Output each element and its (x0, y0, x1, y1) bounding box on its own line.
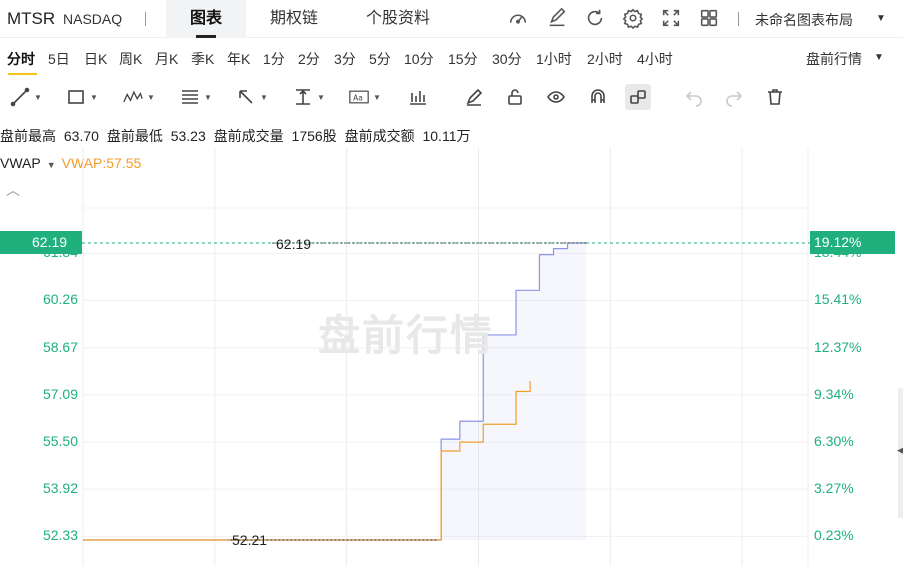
stat-volume-label: 盘前成交量 (213, 128, 284, 144)
y-tick-label-left: 60.26 (42, 291, 78, 308)
edit-icon[interactable] (546, 7, 570, 31)
measure-tool-icon[interactable]: ▼ (293, 84, 325, 110)
magnet-icon[interactable] (588, 84, 608, 110)
y-tick-label-left: 53.92 (42, 480, 78, 497)
redo-icon[interactable] (724, 84, 744, 110)
premarket-stats: 盘前最高 63.70 盘前最低 53.23 盘前成交量 1756股 盘前成交额 … (0, 126, 474, 146)
ticker-symbol: MTSR (7, 9, 56, 28)
chevron-down-icon[interactable]: ▼ (874, 52, 884, 63)
chart-series (82, 242, 810, 541)
period-15m[interactable]: 15分 (448, 49, 478, 69)
arrow-tool-icon[interactable]: ▼ (236, 84, 268, 110)
link-icon[interactable] (625, 84, 651, 110)
fib-tool-icon[interactable]: ▼ (180, 84, 212, 110)
y-tick-label-right: 12.37% (814, 338, 862, 355)
period-daily[interactable]: 日K (84, 49, 107, 69)
period-monthly[interactable]: 月K (155, 49, 178, 69)
period-yearly[interactable]: 年K (227, 49, 250, 69)
line-tool-icon[interactable]: ▼ (10, 84, 42, 110)
fullscreen-icon[interactable] (660, 7, 684, 31)
period-2h[interactable]: 2小时 (587, 49, 623, 69)
y-tick-label-right: 3.27% (814, 480, 854, 497)
y-tick-label-left: 58.67 (42, 338, 78, 355)
period-weekly[interactable]: 周K (119, 49, 142, 69)
y-tick-label-right: 6.30% (814, 433, 854, 450)
eye-icon[interactable] (546, 84, 566, 110)
period-5d[interactable]: 5日 (48, 49, 70, 69)
stat-volume-value: 1756股 (291, 128, 337, 144)
text-tool-icon[interactable]: Aa ▼ (349, 84, 381, 110)
current-change-badge: 19.12% (810, 231, 895, 254)
svg-text:Aa: Aa (353, 93, 363, 102)
grid-icon[interactable] (698, 7, 722, 31)
refresh-icon[interactable] (584, 7, 608, 31)
divider (738, 12, 739, 26)
divider (145, 12, 146, 26)
period-4h[interactable]: 4小时 (637, 49, 673, 69)
rectangle-tool-icon[interactable]: ▼ (66, 84, 98, 110)
settings-icon[interactable] (622, 7, 646, 31)
stat-amount-label: 盘前成交额 (344, 128, 415, 144)
undo-icon[interactable] (684, 84, 704, 110)
trash-icon[interactable] (765, 84, 785, 110)
low-marker-label: 52.21 (232, 532, 268, 548)
top-bar: MTSR NASDAQ 图表 期权链 个股资料 未命名图表布局 ▼ (0, 0, 903, 38)
period-1m[interactable]: 1分 (263, 49, 285, 69)
y-tick-label-left: 52.33 (42, 527, 78, 544)
session-select[interactable]: 盘前行情 (806, 49, 862, 69)
pattern-tool-icon[interactable]: ▼ (123, 84, 155, 110)
stat-low-label: 盘前最低 (106, 128, 163, 144)
price-area (83, 243, 587, 540)
watermark-text: 盘前行情 (318, 312, 495, 359)
stat-high-value: 63.70 (63, 128, 99, 144)
period-bar: 分时 5日 日K 周K 月K 季K 年K 1分 2分 3分 5分 10分 15分… (0, 38, 903, 78)
tab-chart[interactable]: 图表 (166, 0, 246, 38)
active-period-indicator (8, 73, 37, 75)
period-quarterly[interactable]: 季K (191, 49, 214, 69)
current-price-badge: 62.19 (0, 231, 82, 254)
lock-icon[interactable] (505, 84, 525, 110)
period-30m[interactable]: 30分 (492, 49, 522, 69)
y-tick-label-right: 15.41% (814, 291, 862, 308)
chevron-left-icon[interactable]: ◀ (897, 445, 903, 456)
tab-options-chain[interactable]: 期权链 (252, 0, 336, 38)
layout-name-select[interactable]: 未命名图表布局 (755, 10, 853, 30)
drawing-toolbar: ▼ ▼ ▼ ▼ ▼ ▼ Aa ▼ (0, 80, 903, 116)
y-tick-label-left: 55.50 (42, 433, 78, 450)
period-1h[interactable]: 1小时 (536, 49, 572, 69)
period-5m[interactable]: 5分 (369, 49, 391, 69)
stat-amount-value: 10.11万 (422, 128, 471, 144)
period-2m[interactable]: 2分 (298, 49, 320, 69)
period-10m[interactable]: 10分 (404, 49, 434, 69)
y-tick-label-right: 0.23% (814, 527, 854, 544)
pen-icon[interactable] (464, 84, 484, 110)
stat-low-value: 53.23 (170, 128, 206, 144)
exchange-name: NASDAQ (63, 11, 123, 27)
high-marker-label: 62.19 (276, 236, 312, 252)
tab-company-profile[interactable]: 个股资料 (348, 0, 448, 38)
chevron-down-icon[interactable]: ▼ (876, 13, 886, 24)
stat-high-label: 盘前最高 (0, 128, 56, 144)
gauge-icon[interactable] (507, 7, 531, 31)
period-intraday[interactable]: 分时 (7, 49, 35, 69)
period-3m[interactable]: 3分 (334, 49, 356, 69)
indicator-icon[interactable] (408, 84, 428, 110)
y-tick-label-left: 57.09 (42, 385, 78, 402)
y-tick-label-right: 9.34% (814, 385, 854, 402)
